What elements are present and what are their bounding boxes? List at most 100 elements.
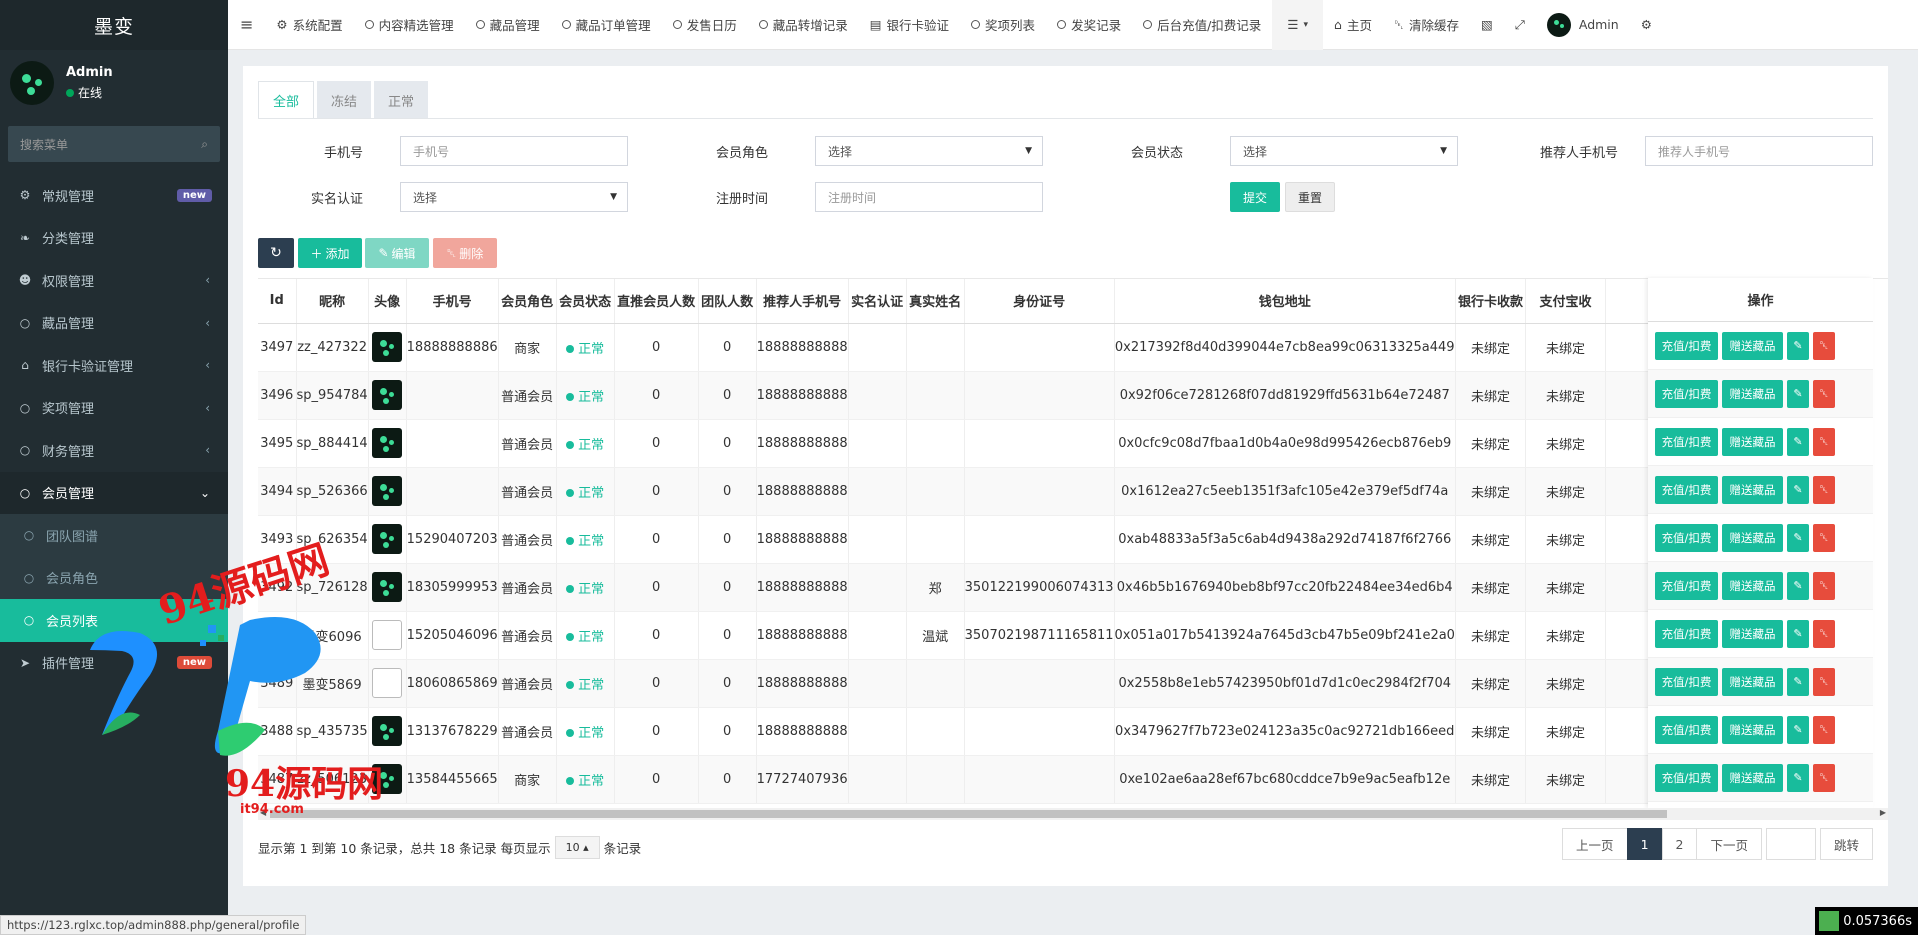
sidebar-item-category[interactable]: ❧ 分类管理 — [0, 217, 228, 260]
sidebar-item-collection[interactable]: ○ 藏品管理 ‹ — [0, 302, 228, 345]
role-select[interactable]: 选择 ▼ — [815, 136, 1043, 166]
delete-row-button[interactable]: ␡ — [1813, 331, 1835, 360]
jump-page-input[interactable] — [1765, 828, 1816, 860]
edit-row-button[interactable]: ✎ — [1787, 523, 1809, 552]
col-header[interactable]: 会员角色 — [498, 279, 557, 324]
table-row[interactable]: 3487 zz_506123 13584455665 商家 正常 0 0 1772740793… — [258, 755, 1831, 804]
tabs-dropdown-button[interactable]: ☰ ▾ — [1272, 0, 1324, 50]
col-header[interactable]: 实名认证 — [848, 279, 907, 324]
tab-collections[interactable]: 藏品管理 — [465, 0, 551, 50]
col-header[interactable]: 身份证号 — [964, 279, 1115, 324]
clear-cache-button[interactable]: ␡ 清除缓存 — [1383, 0, 1470, 50]
sidebar-item-plugins[interactable]: ➤ 插件管理 new — [0, 642, 228, 685]
edit-row-button[interactable]: ✎ — [1787, 715, 1809, 744]
scroll-left-icon[interactable]: ◀ — [260, 808, 266, 817]
table-row[interactable]: 3493 sp_626354 15290407203 普通会员 正常 0 0 18888888… — [258, 515, 1831, 564]
edit-row-button[interactable]: ✎ — [1787, 475, 1809, 504]
edit-row-button[interactable]: ✎ — [1787, 331, 1809, 360]
edit-row-button[interactable]: ✎ — [1787, 379, 1809, 408]
recharge-button[interactable]: 充值/扣费 — [1655, 475, 1718, 504]
broken-image-icon[interactable] — [372, 620, 403, 650]
tab-normal[interactable]: 正常 — [374, 81, 429, 119]
scrollbar-thumb[interactable] — [270, 810, 1667, 818]
gift-collection-button[interactable]: 赠送藏品 — [1722, 619, 1783, 648]
tab-transfer-records[interactable]: 藏品转增记录 — [748, 0, 859, 50]
avatar[interactable] — [372, 428, 403, 458]
brand-logo[interactable]: 墨变 — [0, 0, 228, 50]
recharge-button[interactable]: 充值/扣费 — [1655, 571, 1718, 600]
sidebar-item-awards[interactable]: ○ 奖项管理 ‹ — [0, 387, 228, 430]
prev-page-button[interactable]: 上一页 — [1562, 828, 1628, 860]
delete-row-button[interactable]: ␡ — [1813, 523, 1835, 552]
gift-collection-button[interactable]: 赠送藏品 — [1722, 427, 1783, 456]
avatar[interactable] — [372, 524, 403, 554]
ref-phone-input[interactable]: 推荐人手机号 — [1645, 136, 1873, 166]
edit-row-button[interactable]: ✎ — [1787, 667, 1809, 696]
search-icon[interactable]: ⌕ — [201, 137, 208, 152]
gift-collection-button[interactable]: 赠送藏品 — [1722, 475, 1783, 504]
sidebar-item-member-role[interactable]: ○ 会员角色 — [0, 557, 228, 600]
admin-menu[interactable]: Admin — [1536, 0, 1630, 50]
recharge-button[interactable]: 充值/扣费 — [1655, 523, 1718, 552]
recharge-button[interactable]: 充值/扣费 — [1655, 667, 1718, 696]
recharge-button[interactable]: 充值/扣费 — [1655, 427, 1718, 456]
avatar[interactable] — [372, 476, 403, 506]
gift-collection-button[interactable]: 赠送藏品 — [1722, 331, 1783, 360]
sidebar-item-members[interactable]: ○ 会员管理 ⌄ — [0, 471, 228, 514]
col-header[interactable]: 推荐人手机号 — [756, 279, 849, 324]
col-header[interactable]: 头像 — [368, 279, 407, 324]
recharge-button[interactable]: 充值/扣费 — [1655, 763, 1718, 792]
sidebar-search-input[interactable]: 搜索菜单 ⌕ — [8, 126, 220, 162]
phone-input[interactable]: 手机号 — [400, 136, 628, 166]
status-select[interactable]: 选择 ▼ — [1230, 136, 1458, 166]
recharge-button[interactable]: 充值/扣费 — [1655, 331, 1718, 360]
col-header[interactable]: Id — [258, 279, 297, 324]
reset-button[interactable]: 重置 — [1285, 182, 1335, 212]
sidebar-item-general[interactable]: ⚙ 常规管理 new — [0, 174, 228, 217]
table-row[interactable]: 3494 sp_526366 普通会员 正常 0 0 18888888888 0x1612ea… — [258, 467, 1831, 516]
tab-frozen[interactable]: 冻结 — [317, 81, 372, 119]
recharge-button[interactable]: 充值/扣费 — [1655, 619, 1718, 648]
tab-award-list[interactable]: 奖项列表 — [960, 0, 1046, 50]
next-page-button[interactable]: 下一页 — [1696, 828, 1762, 860]
delete-button[interactable]: ␡ 删除 — [433, 238, 497, 268]
col-header[interactable]: 支付宝收 — [1525, 279, 1606, 324]
table-row[interactable]: 3497 zz_427322 18888888886 商家 正常 0 0 1888888888… — [258, 323, 1831, 372]
edit-row-button[interactable]: ✎ — [1787, 763, 1809, 792]
sidebar-item-bankcard[interactable]: ⌂ 银行卡验证管理 ‹ — [0, 344, 228, 387]
gift-collection-button[interactable]: 赠送藏品 — [1722, 715, 1783, 744]
fullscreen-button[interactable]: ⤢ — [1504, 0, 1536, 50]
tab-content-picks[interactable]: 内容精选管理 — [354, 0, 465, 50]
sidebar-toggle-button[interactable]: ≡ — [228, 0, 265, 50]
recharge-button[interactable]: 充值/扣费 — [1655, 379, 1718, 408]
edit-row-button[interactable]: ✎ — [1787, 619, 1809, 648]
settings-button[interactable]: ⚙ — [1630, 0, 1663, 50]
tab-award-records[interactable]: 发奖记录 — [1046, 0, 1132, 50]
avatar[interactable] — [372, 380, 403, 410]
submit-button[interactable]: 提交 — [1230, 182, 1280, 212]
avatar[interactable] — [372, 332, 403, 362]
delete-row-button[interactable]: ␡ — [1813, 379, 1835, 408]
table-row[interactable]: 3495 sp_884414 普通会员 正常 0 0 18888888888 0x0cfc9c… — [258, 419, 1831, 468]
tab-recharge-records[interactable]: 后台充值/扣费记录 — [1132, 0, 1272, 50]
edit-button[interactable]: ✎ 编辑 — [365, 238, 429, 268]
col-header[interactable]: 直推会员人数 — [614, 279, 699, 324]
horizontal-scrollbar[interactable]: ◀ ▶ — [258, 808, 1888, 820]
tab-all[interactable]: 全部 — [258, 81, 315, 119]
refresh-button[interactable]: ↻ — [258, 238, 294, 268]
language-button[interactable]: ▧ — [1470, 0, 1504, 50]
realname-select[interactable]: 选择 ▼ — [400, 182, 628, 212]
avatar[interactable] — [372, 764, 403, 794]
page-button[interactable]: 1 — [1626, 828, 1663, 860]
sidebar-item-finance[interactable]: ○ 财务管理 ‹ — [0, 429, 228, 472]
delete-row-button[interactable]: ␡ — [1813, 571, 1835, 600]
table-row[interactable]: 3490 墨变6096 15205046096 普通会员 正常 0 0 18888888888… — [258, 611, 1831, 660]
tab-collection-orders[interactable]: 藏品订单管理 — [551, 0, 662, 50]
col-header[interactable]: 会员状态 — [556, 279, 615, 324]
delete-row-button[interactable]: ␡ — [1813, 763, 1835, 792]
tab-release-calendar[interactable]: 发售日历 — [662, 0, 748, 50]
page-size-select[interactable]: 10 ▴ — [554, 836, 600, 859]
delete-row-button[interactable]: ␡ — [1813, 619, 1835, 648]
add-button[interactable]: ＋添加 — [298, 238, 362, 268]
gift-collection-button[interactable]: 赠送藏品 — [1722, 763, 1783, 792]
